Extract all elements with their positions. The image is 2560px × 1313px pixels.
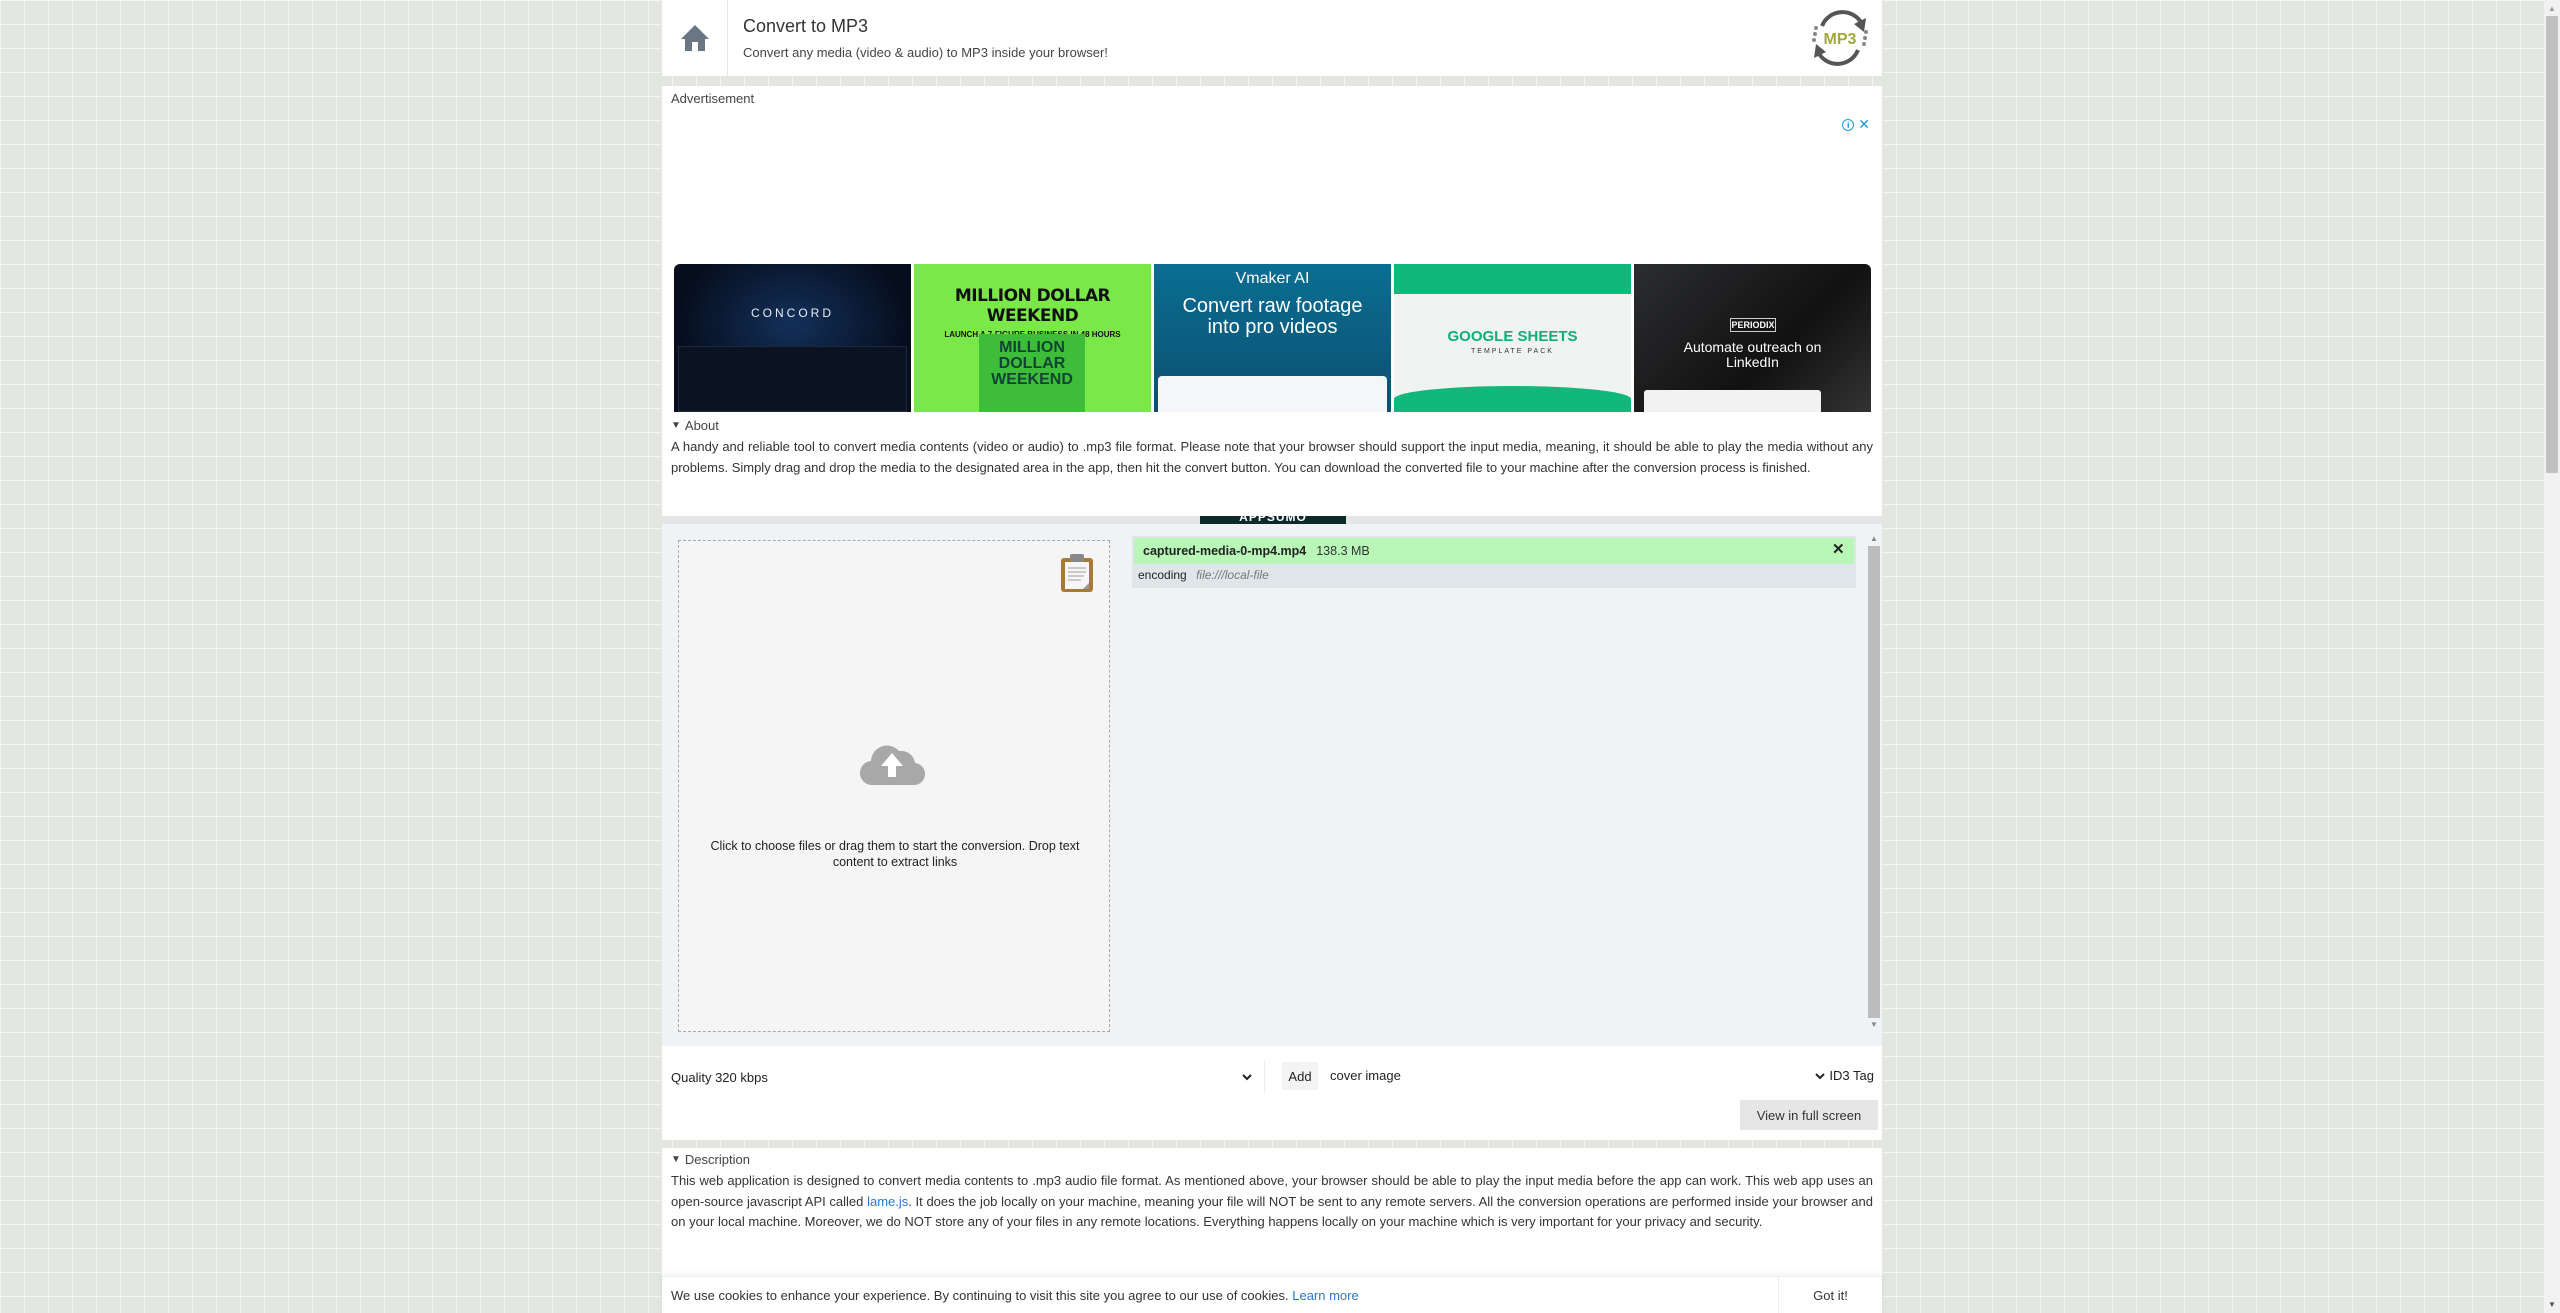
page-scroll-thumb[interactable] [2546, 16, 2558, 473]
add-cover-button[interactable]: Add [1282, 1062, 1318, 1090]
ad-tile-vmaker[interactable]: Vmaker AI Convert raw footage into pro v… [1154, 264, 1391, 412]
app-scrollbar[interactable]: ▲ ▼ [1868, 532, 1880, 1040]
learn-more-link[interactable]: Learn more [1292, 1288, 1358, 1303]
scroll-down-arrow-icon[interactable]: ▼ [2544, 1300, 2560, 1309]
ad-controls: i ✕ [1842, 116, 1870, 133]
about-section: ▼ About A handy and reliable tool to con… [662, 412, 1882, 516]
page-title: Convert to MP3 [743, 16, 869, 36]
ad-tile-screenshot [1158, 376, 1387, 412]
ad-tiles: CONCORD MILLION DOLLAR WEEKEND LAUNCH A … [674, 264, 1871, 412]
description-toggle[interactable]: ▼ Description [671, 1152, 1873, 1167]
ad-tile-headline: Automate outreach on LinkedIn [1683, 339, 1822, 370]
about-toggle[interactable]: ▼ About [671, 418, 1873, 433]
fullscreen-button[interactable]: View in full screen [1740, 1100, 1878, 1130]
cookie-banner: We use cookies to enhance your experienc… [662, 1276, 1882, 1313]
clipboard-icon[interactable] [1059, 553, 1095, 593]
chevron-down-icon [1815, 1073, 1826, 1080]
remove-file-icon[interactable]: ✕ [1832, 540, 1845, 558]
converter-app: Click to choose files or drag them to st… [662, 524, 1882, 1046]
quality-select[interactable]: Quality 320 kbps [671, 1060, 1265, 1094]
appsumo-ad[interactable]: APPSUMO [1200, 516, 1346, 524]
file-size: 138.3 MB [1316, 544, 1370, 558]
ad-strip: APPSUMO [662, 516, 1882, 524]
advertisement: Advertisement i ✕ CONCORD MILLION DOLLAR… [662, 86, 1882, 412]
ad-tile-brand: GOOGLE SHEETS [1447, 328, 1578, 345]
about-summary: About [684, 418, 719, 433]
chevron-down-icon [1242, 1074, 1252, 1081]
ad-label: Advertisement [671, 91, 755, 106]
file-item: captured-media-0-mp4.mp4 138.3 MB encodi… [1132, 536, 1856, 588]
ad-tile-book: MILLION DOLLAR WEEKEND [979, 334, 1085, 412]
file-status: encoding file:///local-file [1134, 564, 1854, 582]
description-text: This web application is designed to conv… [671, 1173, 1874, 1229]
file-row: captured-media-0-mp4.mp4 138.3 MB [1134, 538, 1854, 564]
ad-tile-brand: Vmaker AI [1235, 270, 1310, 287]
cloud-upload-icon [860, 745, 925, 786]
file-list: captured-media-0-mp4.mp4 138.3 MB encodi… [1132, 536, 1856, 588]
status-text: encoding [1138, 568, 1187, 582]
ad-tile-google-sheets[interactable]: GOOGLE SHEETS TEMPLATE PACK [1394, 264, 1631, 412]
source-url: file:///local-file [1196, 568, 1269, 582]
ad-tile-concord[interactable]: CONCORD [674, 264, 911, 412]
page-scrollbar[interactable]: ▲ ▼ [2544, 0, 2560, 1313]
cookie-message: We use cookies to enhance your experienc… [671, 1288, 1359, 1303]
triangle-down-icon: ▼ [671, 1154, 681, 1165]
page-subtitle: Convert any media (video & audio) to MP3… [743, 45, 1108, 60]
dropzone-text: Click to choose files or drag them to st… [710, 839, 1080, 869]
app-header: Convert to MP3 Convert any media (video … [662, 0, 1882, 76]
id3-tag-toggle[interactable]: ID3 Tag [1815, 1062, 1874, 1090]
svg-text:MP3: MP3 [1824, 31, 1857, 48]
scroll-thumb[interactable] [1868, 546, 1880, 1018]
ad-tile-screenshot [1644, 390, 1821, 412]
ad-info-icon[interactable]: i [1842, 118, 1855, 131]
id3-tag-label: ID3 Tag [1829, 1068, 1874, 1083]
ad-tile-headline: TEMPLATE PACK [1471, 348, 1554, 355]
cover-image-label: cover image [1330, 1068, 1401, 1083]
about-text: A handy and reliable tool to convert med… [671, 439, 1873, 475]
file-name: captured-media-0-mp4.mp4 [1143, 544, 1307, 558]
file-dropzone[interactable]: Click to choose files or drag them to st… [678, 540, 1110, 1032]
ad-tile-periodix[interactable]: PERIODIX Automate outreach on LinkedIn [1634, 264, 1871, 412]
triangle-down-icon: ▼ [671, 420, 681, 431]
home-icon [680, 25, 709, 51]
ad-tile-brand: MILLION DOLLAR WEEKEND [954, 286, 1111, 326]
quality-value: Quality 320 kbps [671, 1069, 768, 1085]
home-button[interactable] [662, 0, 728, 76]
cookie-accept-button[interactable]: Got it! [1778, 1277, 1882, 1313]
scroll-up-arrow-icon[interactable]: ▲ [1868, 532, 1880, 546]
ad-close-icon[interactable]: ✕ [1858, 116, 1870, 133]
scroll-up-arrow-icon[interactable]: ▲ [2544, 4, 2560, 13]
description-summary: Description [684, 1152, 750, 1167]
mp3-convert-logo: MP3 [1812, 10, 1868, 66]
ad-tile-brand: PERIODIX [1729, 318, 1776, 332]
ad-tile-screenshot [678, 346, 907, 412]
description-section: ▼ Description This web application is de… [662, 1148, 1882, 1278]
lamejs-link[interactable]: lame.js [867, 1194, 908, 1209]
app-toolbar: Quality 320 kbps Add cover image ID3 Tag… [662, 1046, 1882, 1140]
ad-tile-million-dollar-weekend[interactable]: MILLION DOLLAR WEEKEND LAUNCH A 7-FIGURE… [914, 264, 1151, 412]
scroll-down-arrow-icon[interactable]: ▼ [1868, 1018, 1880, 1032]
ad-tile-headline: Convert raw footage into pro videos [1182, 295, 1363, 338]
title-block: Convert to MP3 Convert any media (video … [728, 0, 1108, 76]
ad-tile-brand: CONCORD [751, 306, 834, 320]
